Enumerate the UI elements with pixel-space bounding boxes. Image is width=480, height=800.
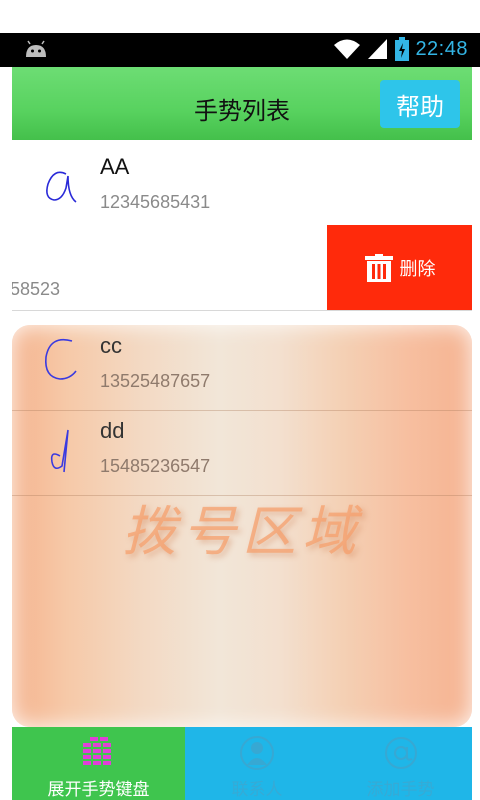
dial-area-panel[interactable]: cc 13525487657 dd 15485236547 拨号区域 <box>12 325 472 727</box>
contact-name: AA <box>100 154 130 179</box>
top-margin <box>0 0 480 33</box>
list-item-swiped[interactable]: 658523 删除 <box>12 225 472 311</box>
tab-gesture-keyboard[interactable]: 展开手势键盘 <box>12 727 185 800</box>
tab-label: 展开手势键盘 <box>47 780 150 799</box>
contact-name: dd <box>100 418 125 443</box>
contact-phone: 15485236547 <box>100 456 211 476</box>
dial-area-label: 拨号区域 <box>122 500 362 563</box>
wifi-icon <box>334 39 361 59</box>
trash-icon <box>364 253 393 282</box>
bottom-tab-bar: 展开手势键盘 联系人 添加手势 <box>12 727 472 800</box>
status-time: 22:48 <box>415 37 468 60</box>
gesture-a-icon <box>46 171 77 203</box>
at-icon <box>384 737 417 769</box>
contact-phone: 13525487657 <box>100 371 211 391</box>
delete-button[interactable]: 删除 <box>327 225 472 310</box>
keypad-icon <box>82 737 111 765</box>
tab-add-gesture[interactable]: 添加手势 <box>329 727 472 800</box>
gesture-c-icon <box>44 338 77 380</box>
battery-charging-icon <box>395 37 410 61</box>
android-icon <box>26 40 46 57</box>
tab-label: 添加手势 <box>366 780 435 799</box>
contact-phone: 12345685431 <box>100 192 211 212</box>
list-item[interactable]: AA 12345685431 <box>12 140 472 226</box>
tab-label: 联系人 <box>231 780 283 799</box>
tab-contacts[interactable]: 联系人 <box>185 727 329 800</box>
gesture-d-icon <box>50 429 69 473</box>
status-bar: 22:48 <box>0 33 480 67</box>
contact-name: cc <box>100 333 122 358</box>
app-frame: 手势列表 帮助 AA 12345685431 658523 删除 <box>12 67 472 800</box>
help-button[interactable]: 帮助 <box>380 80 460 128</box>
signal-icon <box>368 39 388 59</box>
app-header: 手势列表 帮助 <box>12 67 472 140</box>
list-item[interactable]: dd 15485236547 <box>12 410 472 496</box>
list-item[interactable]: cc 13525487657 <box>12 325 472 411</box>
delete-label: 删除 <box>399 258 436 279</box>
contact-phone: 658523 <box>12 279 61 299</box>
contact-icon <box>240 736 274 770</box>
